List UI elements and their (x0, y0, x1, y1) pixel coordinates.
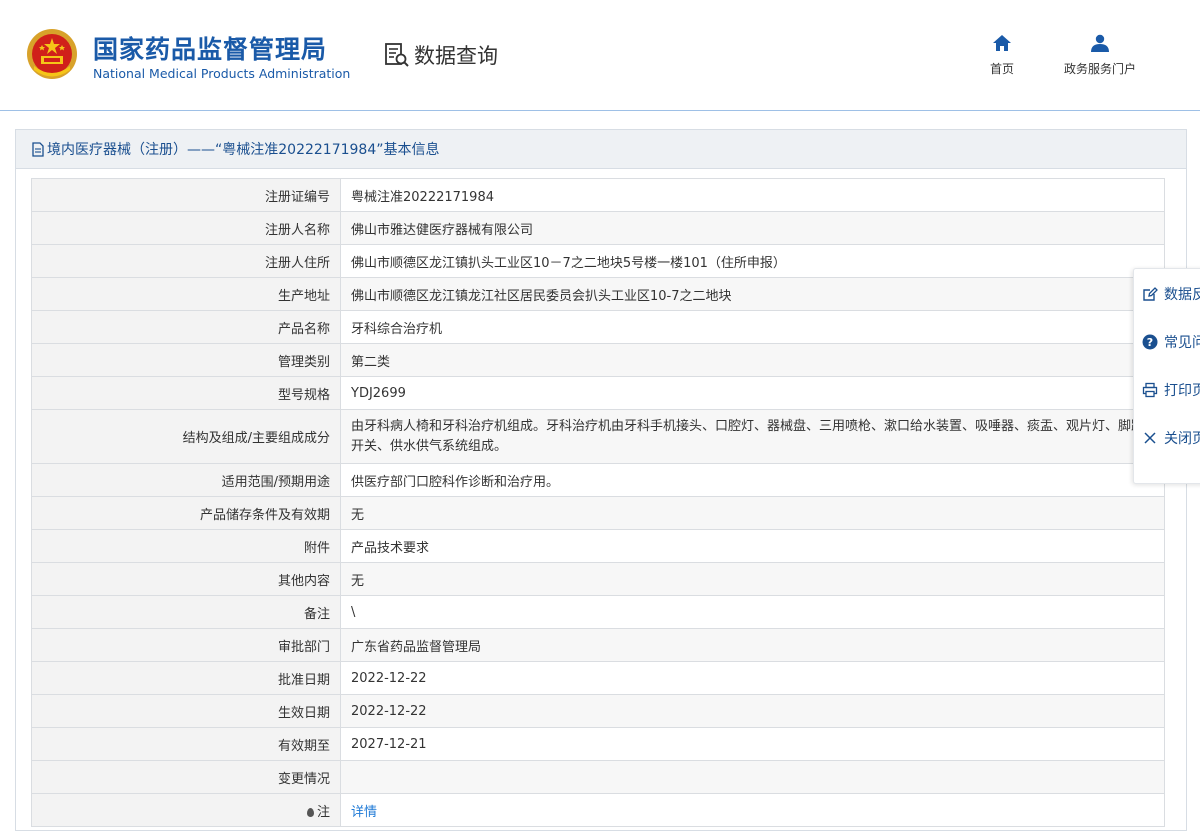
print-page-button[interactable]: 打印页面 (1134, 366, 1200, 413)
nav-service-portal-label: 政务服务门户 (1063, 62, 1136, 76)
row-value: 佛山市顺德区龙江镇扒头工业区10－7之二地块5号楼一楼101（住所申报） (340, 244, 1165, 278)
faq-button[interactable]: ? 常见问题 (1134, 318, 1200, 365)
row-label: 其他内容 (31, 562, 341, 596)
print-icon (1142, 382, 1158, 397)
table-row: 变更情况 (31, 760, 1165, 794)
row-label: 生效日期 (31, 694, 341, 728)
table-row: 生效日期 2022-12-22 (31, 694, 1165, 728)
site-header: 国家药品监督管理局 National Medical Products Admi… (0, 0, 1200, 111)
table-row: 注册证编号 粤械注准20222171984 (31, 178, 1165, 212)
print-page-label: 打印页面 (1164, 382, 1200, 399)
nav-service-portal-link[interactable]: 政务服务门户 (1054, 34, 1146, 77)
row-value: 无 (340, 496, 1165, 530)
table-row: 管理类别 第二类 (31, 343, 1165, 377)
table-row: 生产地址 佛山市顺德区龙江镇龙江社区居民委员会扒头工业区10-7之二地块 (31, 277, 1165, 311)
floating-side-menu: 数据反馈 ? 常见问题 打印页面 关闭页面 (1133, 268, 1200, 484)
row-label: 注册人住所 (31, 244, 341, 278)
data-query-heading: 数据查询 (384, 40, 498, 70)
close-page-button[interactable]: 关闭页面 (1134, 414, 1200, 461)
table-row: 其他内容 无 (31, 562, 1165, 596)
row-value: 粤械注准20222171984 (340, 178, 1165, 212)
data-feedback-button[interactable]: 数据反馈 (1134, 270, 1200, 317)
row-label: 产品名称 (31, 310, 341, 344)
row-value: 2022-12-22 (340, 661, 1165, 695)
table-row: 结构及组成/主要组成成分 由牙科病人椅和牙科治疗机组成。牙科治疗机由牙科手机接头… (31, 409, 1165, 464)
table-row: 适用范围/预期用途 供医疗部门口腔科作诊断和治疗用。 (31, 463, 1165, 497)
row-label: 注册证编号 (31, 178, 341, 212)
row-label: 适用范围/预期用途 (31, 463, 341, 497)
data-feedback-label: 数据反馈 (1164, 286, 1200, 303)
row-value: 牙科综合治疗机 (340, 310, 1165, 344)
table-row: 审批部门 广东省药品监督管理局 (31, 628, 1165, 662)
table-row: 型号规格 YDJ2699 (31, 376, 1165, 410)
row-label: 管理类别 (31, 343, 341, 377)
row-value: 2022-12-22 (340, 694, 1165, 728)
table-row: 附件 产品技术要求 (31, 529, 1165, 563)
nav-home-label: 首页 (989, 62, 1014, 76)
details-link[interactable]: 详情 (351, 805, 377, 820)
edit-icon (1143, 286, 1158, 301)
panel-title: 境内医疗器械（注册）——“粤械注准20222171984”基本信息 (47, 142, 440, 158)
nav-home-link[interactable]: 首页 (982, 34, 1022, 77)
row-label: 审批部门 (31, 628, 341, 662)
table-row: 产品名称 牙科综合治疗机 (31, 310, 1165, 344)
row-value: 广东省药品监督管理局 (340, 628, 1165, 662)
row-label: 批准日期 (31, 661, 341, 695)
row-label: 附件 (31, 529, 341, 563)
note-label-text: 注 (316, 804, 330, 820)
detail-panel: 境内医疗器械（注册）——“粤械注准20222171984”基本信息 注册证编号 … (15, 129, 1187, 831)
row-value (340, 760, 1165, 794)
table-row: 注册人名称 佛山市雅达健医疗器械有限公司 (31, 211, 1165, 245)
row-label: 变更情况 (31, 760, 341, 794)
table-row: 备注 \ (31, 595, 1165, 629)
close-icon (1144, 431, 1156, 444)
document-icon (32, 141, 44, 157)
row-value: 无 (340, 562, 1165, 596)
site-logo-title[interactable]: 国家药品监督管理局 (93, 30, 327, 66)
table-row: 有效期至 2027-12-21 (31, 727, 1165, 761)
table-row: 产品储存条件及有效期 无 (31, 496, 1165, 530)
row-value: 产品技术要求 (340, 529, 1165, 563)
row-value: 供医疗部门口腔科作诊断和治疗用。 (340, 463, 1165, 497)
panel-title-bar: 境内医疗器械（注册）——“粤械注准20222171984”基本信息 (16, 130, 1186, 169)
faq-label: 常见问题 (1164, 334, 1200, 351)
row-label: 有效期至 (31, 727, 341, 761)
row-label: 注册人名称 (31, 211, 341, 245)
registration-info-table: 注册证编号 粤械注准20222171984 注册人名称 佛山市雅达健医疗器械有限… (31, 178, 1165, 827)
data-query-title: 数据查询 (414, 44, 498, 68)
table-row: 注册人住所 佛山市顺德区龙江镇扒头工业区10－7之二地块5号楼一楼101（住所申… (31, 244, 1165, 278)
question-icon: ? (1142, 334, 1158, 349)
national-emblem-icon (27, 29, 77, 79)
user-icon (1091, 34, 1109, 52)
close-page-label: 关闭页面 (1164, 430, 1200, 447)
site-logo-subtitle: National Medical Products Administration (93, 66, 351, 81)
home-icon (993, 35, 1011, 51)
row-label: 生产地址 (31, 277, 341, 311)
row-value: 佛山市顺德区龙江镇龙江社区居民委员会扒头工业区10-7之二地块 (340, 277, 1165, 311)
row-value: YDJ2699 (340, 376, 1165, 410)
document-search-icon (385, 43, 409, 67)
svg-text:?: ? (1147, 336, 1153, 349)
row-label: 型号规格 (31, 376, 341, 410)
row-value: \ (340, 595, 1165, 629)
row-value: 第二类 (340, 343, 1165, 377)
row-value: 佛山市雅达健医疗器械有限公司 (340, 211, 1165, 245)
pin-icon (306, 807, 314, 817)
table-row: 批准日期 2022-12-22 (31, 661, 1165, 695)
row-value: 由牙科病人椅和牙科治疗机组成。牙科治疗机由牙科手机接头、口腔灯、器械盘、三用喷枪… (340, 409, 1165, 464)
row-label: 备注 (31, 595, 341, 629)
row-label: 产品储存条件及有效期 (31, 496, 341, 530)
row-label: 结构及组成/主要组成成分 (31, 409, 341, 464)
row-value: 2027-12-21 (340, 727, 1165, 761)
